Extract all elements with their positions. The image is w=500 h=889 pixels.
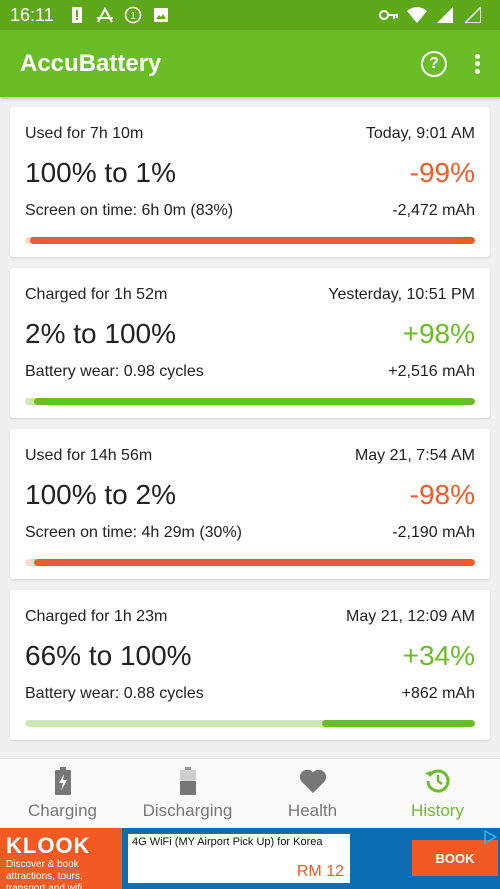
session-detail: Battery wear: 0.88 cycles: [25, 685, 204, 702]
session-card[interactable]: Charged for 1h 23m May 21, 12:09 AM 66% t…: [10, 590, 490, 740]
nav-tab-label: Charging: [28, 801, 97, 820]
number-one-notification-icon: 1: [122, 4, 144, 26]
session-percent: -99%: [409, 157, 475, 188]
session-duration: Used for 14h 56m: [25, 447, 153, 464]
session-date: Yesterday, 10:51 PM: [328, 286, 475, 303]
session-progress-fill: [34, 398, 475, 405]
session-date: Today, 9:01 AM: [365, 125, 475, 142]
session-detail: Battery wear: 0.98 cycles: [25, 363, 204, 380]
session-mah: -2,190 mAh: [392, 524, 475, 541]
app-bar: AccuBattery ?: [0, 30, 500, 97]
session-mah: +2,516 mAh: [388, 363, 475, 380]
status-bar: 16:11 1: [0, 0, 500, 30]
more-options-icon[interactable]: [475, 53, 480, 74]
ad-logo: KLOOK Discover & book attractions, tours…: [0, 828, 122, 889]
nav-tab-history[interactable]: History: [375, 759, 500, 828]
image-notification-icon: [150, 4, 172, 26]
nav-tab-health[interactable]: Health: [250, 759, 375, 828]
session-range: 100% to 1%: [25, 157, 176, 188]
nav-tab-charging[interactable]: Charging: [0, 759, 125, 828]
session-detail: Screen on time: 6h 0m (83%): [25, 202, 234, 219]
nav-tab-label: Health: [287, 801, 338, 820]
session-progress-fill: [34, 559, 475, 566]
session-mah: +862 mAh: [401, 685, 475, 702]
wifi-icon: [406, 4, 428, 26]
session-progress-bar: [25, 720, 475, 727]
session-card[interactable]: Used for 14h 56m May 21, 7:54 AM 100% to …: [10, 429, 490, 579]
ad-offer: 4G WiFi (MY Airport Pick Up) for Korea R…: [128, 834, 350, 883]
session-card[interactable]: Charged for 1h 52m Yesterday, 10:51 PM 2%…: [10, 268, 490, 418]
signal-icon: [434, 4, 456, 26]
app-notification-icon: [94, 4, 116, 26]
session-duration: Charged for 1h 52m: [25, 286, 168, 303]
nav-tab-discharging[interactable]: Discharging: [125, 759, 250, 828]
help-icon[interactable]: ?: [421, 50, 447, 77]
session-progress-bar: [25, 237, 475, 244]
alert-notification-icon: [66, 4, 88, 26]
app-title: AccuBattery: [20, 49, 162, 77]
session-range: 2% to 100%: [25, 318, 176, 349]
session-range: 100% to 2%: [25, 479, 176, 510]
ad-brand: KLOOK: [6, 833, 91, 858]
battery-charging-icon: [54, 766, 71, 796]
key-icon: [378, 4, 400, 26]
ad-choices-icon[interactable]: [483, 829, 498, 845]
session-progress-bar: [25, 398, 475, 405]
session-range: 66% to 100%: [25, 640, 192, 671]
session-percent: -98%: [409, 479, 475, 510]
session-card[interactable]: Used for 7h 10m Today, 9:01 AM 100% to 1%…: [10, 107, 490, 257]
battery-empty-icon: [462, 4, 484, 26]
nav-tab-label: History: [411, 801, 464, 820]
session-date: May 21, 12:09 AM: [346, 608, 475, 625]
session-duration: Charged for 1h 23m: [25, 608, 168, 625]
ad-tagline: Discover & book attractions, tours, tran…: [6, 859, 83, 889]
ad-banner[interactable]: KLOOK Discover & book attractions, tours…: [0, 828, 500, 889]
session-progress-fill: [322, 720, 475, 727]
session-date: May 21, 7:54 AM: [354, 447, 475, 464]
battery-discharging-icon: [179, 766, 196, 796]
session-percent: +98%: [402, 318, 475, 349]
session-progress-fill: [29, 237, 475, 244]
ad-book-button[interactable]: BOOK: [412, 840, 498, 876]
nav-tab-label: Discharging: [142, 801, 233, 820]
ad-price: RM 12: [296, 863, 344, 880]
session-detail: Screen on time: 4h 29m (30%): [25, 524, 242, 541]
status-time: 16:11: [10, 4, 54, 25]
history-icon: [424, 766, 452, 796]
session-duration: Used for 7h 10m: [25, 125, 144, 142]
session-progress-bar: [25, 559, 475, 566]
ad-headline: 4G WiFi (MY Airport Pick Up) for Korea: [132, 836, 323, 848]
bottom-navigation: Charging Discharging Health History: [0, 758, 500, 828]
heart-icon: [299, 766, 327, 796]
svg-text:1: 1: [130, 11, 136, 22]
session-percent: +34%: [402, 640, 475, 671]
session-mah: -2,472 mAh: [392, 202, 475, 219]
